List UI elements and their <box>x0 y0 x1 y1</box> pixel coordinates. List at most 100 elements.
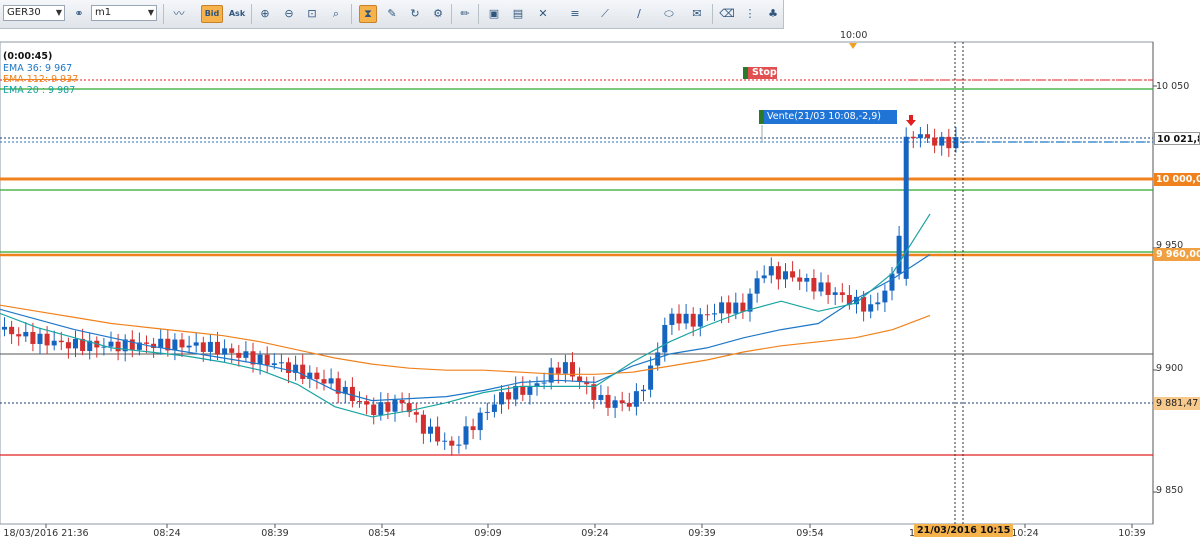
level-10000-label: 10 000,0 <box>1154 173 1200 186</box>
candle-body <box>222 348 228 355</box>
candle-body <box>761 275 767 279</box>
candle-body <box>413 412 419 415</box>
time-axis-label: 09:54 <box>796 528 824 539</box>
candle-body <box>754 278 760 294</box>
candle-body <box>129 339 135 350</box>
candle-body <box>144 342 149 344</box>
candle-body <box>917 134 923 139</box>
candle-body <box>435 426 441 442</box>
time-axis-label: 09:09 <box>474 528 502 539</box>
candle-body <box>797 277 803 282</box>
candle-body <box>179 339 185 348</box>
candle-body <box>697 314 703 327</box>
candle-body <box>58 340 64 343</box>
time-axis-label: 18/03/2016 21:36 <box>3 528 89 539</box>
price-chart[interactable] <box>0 0 1200 537</box>
candle-body <box>300 364 306 379</box>
candle-body <box>51 340 57 346</box>
candle-body <box>420 414 426 434</box>
candle-body <box>555 367 561 374</box>
candle-body <box>925 134 930 138</box>
candle-body <box>321 379 327 384</box>
candle-body <box>73 338 78 349</box>
candle-body <box>832 292 838 295</box>
candle-body <box>861 296 867 312</box>
candle-body <box>243 351 249 358</box>
candle-body <box>364 401 370 405</box>
candle-body <box>378 402 384 415</box>
candle-body <box>939 136 945 146</box>
candle-body <box>257 354 263 365</box>
candle-body <box>868 304 874 312</box>
candle-body <box>193 342 199 346</box>
candle-body <box>278 362 284 364</box>
current-price-label: 10 021,8 <box>1154 132 1200 145</box>
time-axis-label: 08:39 <box>261 528 289 539</box>
candle-body <box>428 426 433 434</box>
timer-label: (0:00:45) <box>3 51 53 62</box>
candle-body <box>896 235 902 274</box>
candle-body <box>775 266 781 280</box>
candle-body <box>392 399 398 412</box>
candle-body <box>790 271 796 278</box>
sell-order-flag <box>759 110 764 124</box>
candle-body <box>158 338 164 349</box>
candle-body <box>520 385 526 395</box>
plot-area <box>0 41 1154 525</box>
candle-body <box>484 411 490 413</box>
candle-body <box>562 362 568 374</box>
candle-body <box>953 137 959 149</box>
stop-label: Stop <box>752 67 777 78</box>
candle-body <box>804 277 810 282</box>
ema112-label: EMA 112: 9 937 <box>3 74 79 85</box>
candle-body <box>491 404 497 412</box>
time-axis-label: 08:54 <box>368 528 396 539</box>
candle-body <box>207 341 213 352</box>
time-axis-label: 09:24 <box>581 528 609 539</box>
price-axis-label: 9 850 <box>1156 485 1184 496</box>
top-time-label: 10:00 <box>840 30 868 41</box>
candle-body <box>456 444 462 446</box>
candle-body <box>30 332 36 344</box>
candle-body <box>633 391 639 407</box>
candle-body <box>349 386 355 402</box>
candle-body <box>683 313 689 324</box>
candle-body <box>903 136 909 279</box>
candle-body <box>712 313 717 315</box>
candle-body <box>44 333 50 346</box>
candle-body <box>23 332 29 337</box>
candle-body <box>172 339 178 351</box>
candle-body <box>236 352 242 358</box>
candle-body <box>215 341 220 355</box>
candle-body <box>2 326 7 330</box>
candle-body <box>371 404 377 415</box>
time-axis-label: 10:39 <box>1118 528 1146 539</box>
candle-body <box>16 334 22 337</box>
time-axis-label: 08:24 <box>153 528 181 539</box>
candle-body <box>314 372 320 380</box>
candle-body <box>357 401 362 403</box>
sell-order-label: Vente(21/03 10:08,-2,9) <box>767 111 881 122</box>
candle-body <box>9 326 15 335</box>
candle-body <box>385 402 391 412</box>
candle-body <box>264 354 270 366</box>
candle-body <box>115 341 121 352</box>
candle-body <box>534 383 540 387</box>
candle-body <box>541 382 547 384</box>
time-axis-label: 10:24 <box>1011 528 1039 539</box>
candle-body <box>499 392 504 405</box>
candle-body <box>690 313 696 327</box>
candle-body <box>619 400 625 403</box>
candle-body <box>733 302 739 314</box>
ema36-label: EMA 36: 9 967 <box>3 63 73 74</box>
candle-body <box>470 426 476 431</box>
candle-body <box>477 412 483 431</box>
candle-body <box>200 342 206 352</box>
candle-body <box>641 389 646 392</box>
candle-body <box>626 402 632 407</box>
candle-body <box>825 282 831 295</box>
candle-body <box>932 137 938 146</box>
price-axis-label: 9 950 <box>1156 240 1184 251</box>
candle-body <box>399 399 405 404</box>
candle-body <box>463 426 469 445</box>
